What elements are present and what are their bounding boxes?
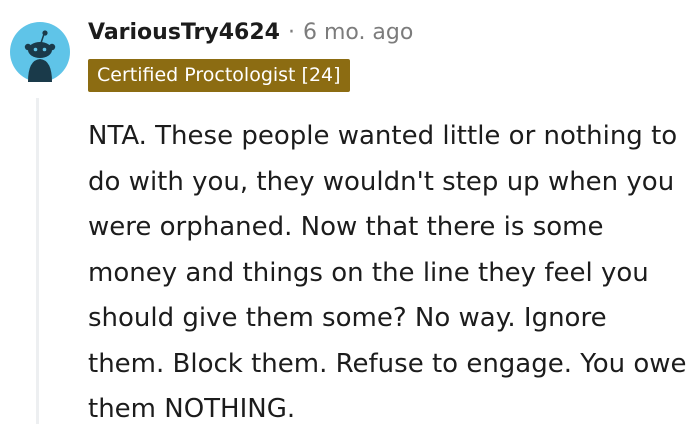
comment-body: NTA. These people wanted little or nothi… xyxy=(88,121,687,424)
comment: VariousTry4624 · 6 mo. ago Certified Pro… xyxy=(0,0,700,424)
thread-line[interactable] xyxy=(36,98,39,424)
timestamp[interactable]: 6 mo. ago xyxy=(303,20,413,45)
comment-header: VariousTry4624 · 6 mo. ago xyxy=(88,14,413,50)
avatar[interactable] xyxy=(10,22,70,82)
snoo-avatar-icon xyxy=(10,22,70,82)
separator-dot: · xyxy=(287,19,295,45)
user-flair: Certified Proctologist [24] xyxy=(88,59,350,92)
username[interactable]: VariousTry4624 xyxy=(88,20,280,45)
